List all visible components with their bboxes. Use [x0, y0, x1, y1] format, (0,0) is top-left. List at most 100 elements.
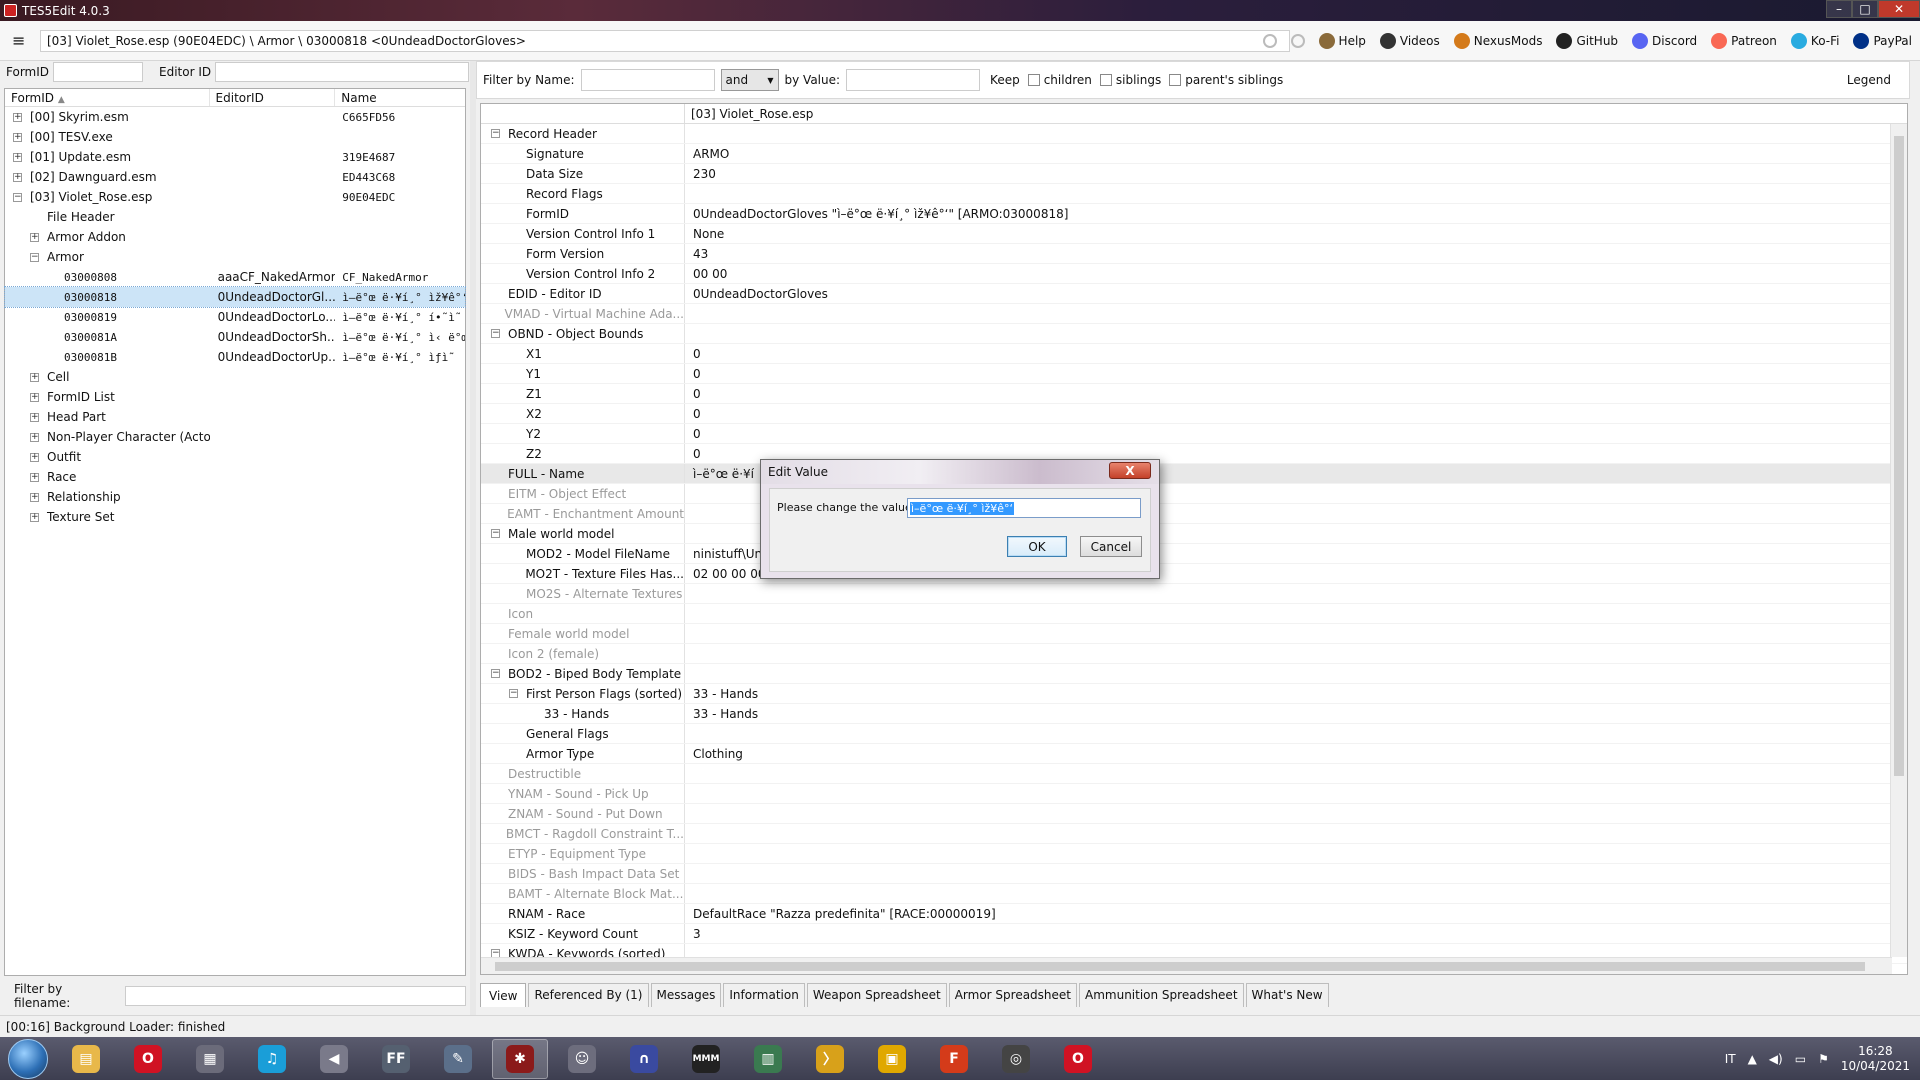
collapse-icon[interactable]: − [509, 689, 518, 698]
field-value[interactable] [685, 504, 693, 523]
keep-children-checkbox[interactable] [1027, 74, 1040, 86]
tree-row[interactable]: 03000808 aaaCF_NakedArmor CF_NakedArmor [5, 267, 465, 287]
tree-row[interactable]: + Head Part [5, 407, 465, 427]
nexusmods-link[interactable]: NexusMods [1453, 33, 1542, 49]
record-path-field[interactable]: [03] Violet_Rose.esp (90E04EDC) \ Armor … [40, 29, 1290, 52]
horizontal-scrollbar[interactable] [481, 957, 1892, 974]
record-field-row[interactable]: BMCT - Ragdoll Constraint T... [481, 824, 1907, 844]
field-value[interactable]: ì–ë°œ ë·¥í [685, 464, 754, 483]
record-field-row[interactable]: VMAD - Virtual Machine Ada... [481, 304, 1907, 324]
record-field-row[interactable]: − Male world model [481, 524, 1907, 544]
taskbar-button[interactable]: ∩ [616, 1039, 672, 1079]
record-field-row[interactable]: − Record Header [481, 124, 1907, 144]
taskbar-button[interactable]: O [120, 1039, 176, 1079]
dialog-value-input[interactable]: ì–ë°œ ë·¥í¸° ìž¥ê°‘ [907, 498, 1141, 518]
field-value[interactable] [685, 484, 693, 503]
record-field-row[interactable]: Data Size 230 [481, 164, 1907, 184]
ok-button[interactable]: OK [1007, 536, 1067, 557]
taskbar-button[interactable]: ✱ [492, 1038, 548, 1079]
record-field-row[interactable]: BIDS - Bash Impact Data Set [481, 864, 1907, 884]
tree-row[interactable]: + [00] Skyrim.esm C665FD56 [5, 107, 465, 127]
field-value[interactable]: 0 [685, 384, 701, 403]
expand-icon[interactable]: + [30, 512, 39, 522]
record-field-row[interactable]: X1 0 [481, 344, 1907, 364]
record-field-row[interactable]: Z2 0 [481, 444, 1907, 464]
taskbar-button[interactable]: O [1050, 1039, 1106, 1079]
taskbar-button[interactable]: ♫ [244, 1039, 300, 1079]
tab-weapon-spreadsheet[interactable]: Weapon Spreadsheet [806, 983, 947, 1007]
field-value[interactable]: 0 [685, 424, 701, 443]
tab-information[interactable]: Information [723, 983, 805, 1007]
collapse-icon[interactable]: − [491, 529, 500, 538]
field-value[interactable] [685, 724, 693, 743]
tree-row[interactable]: + Race [5, 467, 465, 487]
record-field-row[interactable]: Icon [481, 604, 1907, 624]
tree-row[interactable]: + Non-Player Character (Actor) [5, 427, 465, 447]
field-value[interactable]: 00 00 [685, 264, 727, 283]
field-value[interactable] [685, 304, 693, 323]
record-field-row[interactable]: BAMT - Alternate Block Mat... [481, 884, 1907, 904]
record-field-row[interactable]: General Flags [481, 724, 1907, 744]
collapse-icon[interactable]: − [491, 669, 500, 678]
record-field-row[interactable]: − BOD2 - Biped Body Template [481, 664, 1907, 684]
dialog-close-button[interactable]: X [1109, 462, 1151, 479]
record-field-row[interactable]: Record Flags [481, 184, 1907, 204]
taskbar-button[interactable]: ▦ [182, 1039, 238, 1079]
dialog-title-bar[interactable]: Edit Value X [761, 460, 1159, 484]
field-value[interactable] [685, 584, 693, 603]
record-field-row[interactable]: FULL - Name ì–ë°œ ë·¥í [481, 464, 1907, 484]
expand-icon[interactable]: + [30, 452, 39, 462]
field-value[interactable] [685, 884, 693, 903]
field-value[interactable]: None [685, 224, 724, 243]
record-field-row[interactable]: EITM - Object Effect [481, 484, 1907, 504]
record-field-row[interactable]: Signature ARMO [481, 144, 1907, 164]
field-value[interactable]: 0 [685, 344, 701, 363]
record-field-row[interactable]: − OBND - Object Bounds [481, 324, 1907, 344]
collapse-icon[interactable]: − [491, 329, 500, 338]
field-value[interactable] [685, 184, 693, 203]
filename-filter-input[interactable] [124, 986, 466, 1006]
forward-button[interactable] [1290, 34, 1305, 48]
record-field-row[interactable]: Female world model [481, 624, 1907, 644]
tree-row[interactable]: 0300081A 0UndeadDoctorSh... ì–ë°œ ë·¥í¸° ì… [5, 327, 465, 347]
filter-by-name-input[interactable] [580, 69, 715, 91]
back-button[interactable] [1262, 34, 1277, 48]
record-field-row[interactable]: Destructible [481, 764, 1907, 784]
ko-fi-link[interactable]: Ko-Fi [1790, 33, 1839, 49]
record-field-row[interactable]: Version Control Info 2 00 00 [481, 264, 1907, 284]
record-grid[interactable]: [03] Violet_Rose.esp − Record Header Signa… [480, 103, 1908, 975]
field-value[interactable]: 43 [685, 244, 708, 263]
discord-link[interactable]: Discord [1632, 33, 1697, 49]
maximize-button[interactable]: □ [1852, 0, 1878, 18]
tree-row[interactable]: + [00] TESV.exe [5, 127, 465, 147]
volume-icon[interactable]: ◀) [1769, 1052, 1783, 1066]
tree-row[interactable]: + Armor Addon [5, 227, 465, 247]
language-indicator[interactable]: IT [1725, 1052, 1736, 1066]
tab-what-s-new[interactable]: What's New [1245, 983, 1329, 1007]
field-value[interactable]: 230 [685, 164, 716, 183]
taskbar-button[interactable]: FF [368, 1039, 424, 1079]
taskbar-button[interactable]: ◎ [988, 1039, 1044, 1079]
taskbar-button[interactable]: 〉 [802, 1039, 858, 1079]
close-window-button[interactable]: ✕ [1878, 0, 1920, 18]
expand-icon[interactable]: + [30, 472, 39, 482]
expand-icon[interactable]: + [30, 412, 39, 422]
column-header-name[interactable]: Name [335, 89, 465, 106]
record-field-row[interactable]: Form Version 43 [481, 244, 1907, 264]
tab-ammunition-spreadsheet[interactable]: Ammunition Spreadsheet [1079, 983, 1244, 1007]
github-link[interactable]: GitHub [1556, 33, 1618, 49]
field-value[interactable] [685, 804, 693, 823]
tree-row[interactable]: + Cell [5, 367, 465, 387]
record-field-row[interactable]: − First Person Flags (sorted) 33 - Hands [481, 684, 1907, 704]
taskbar-button[interactable]: ✎ [430, 1039, 486, 1079]
field-value[interactable] [685, 664, 693, 683]
collapse-icon[interactable]: − [491, 129, 500, 138]
field-value[interactable] [685, 844, 693, 863]
minimize-button[interactable]: – [1826, 0, 1852, 18]
filter-operator-select[interactable]: and ▼ [720, 69, 779, 91]
tab-view[interactable]: View [480, 983, 527, 1007]
tree-row[interactable]: − [03] Violet_Rose.esp 90E04EDC [5, 187, 465, 207]
field-value[interactable] [685, 784, 693, 803]
record-field-row[interactable]: Icon 2 (female) [481, 644, 1907, 664]
field-value[interactable]: DefaultRace "Razza predefinita" [RACE:00… [685, 904, 996, 923]
